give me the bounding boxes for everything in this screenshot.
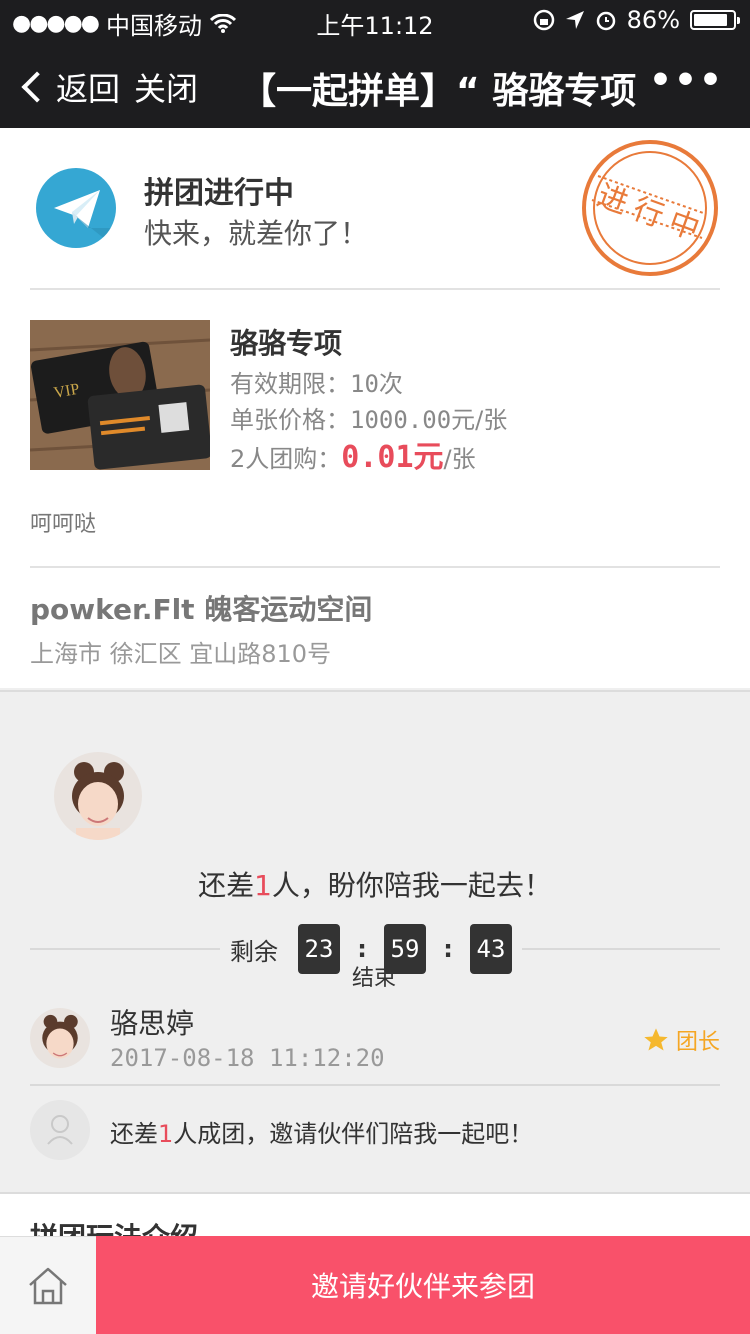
page-title: 【一起拼单】“ 骆骆专项 — [240, 71, 637, 112]
unit-price-unit: 元/张 — [451, 406, 508, 434]
leader-avatar-large — [54, 752, 142, 840]
validity-value: 10次 — [350, 370, 403, 398]
group-price-unit: /张 — [443, 445, 476, 473]
battery-percent: 86% — [626, 6, 680, 34]
battery-fill — [694, 14, 727, 26]
product-description: 呵呵哒 — [30, 512, 97, 537]
timer-hours: 23 — [298, 924, 340, 974]
timer-label: 剩余 — [230, 937, 278, 966]
divider — [30, 566, 720, 568]
chevron-left-icon — [21, 71, 53, 103]
timer-seconds: 43 — [470, 924, 512, 974]
invite-count: 1 — [158, 1120, 174, 1148]
group-status-title: 拼团进行中 — [144, 176, 294, 211]
divider — [30, 1084, 720, 1086]
leader-name: 骆思婷 — [110, 1007, 195, 1040]
leader-badge-label: 团长 — [675, 1030, 720, 1055]
group-info-card: 拼团进行中 快来，就差你了！ 进行中 VIP 骆骆专项 有效期限：10次 单张价… — [0, 128, 750, 688]
store-name[interactable]: powker.Flt 魄客运动空间 — [30, 588, 372, 628]
bottom-action-bar: 邀请好伙伴来参团 — [0, 1236, 750, 1334]
member-row-empty: 还差1人成团，邀请伙伴们陪我一起吧！ — [30, 1098, 720, 1168]
home-button[interactable] — [0, 1236, 96, 1334]
timer-end-label: 结束 — [352, 966, 397, 991]
unit-price-row: 单张价格：1000.00元/张 — [230, 400, 507, 435]
invite-friends-button[interactable]: 邀请好伙伴来参团 — [96, 1236, 750, 1334]
group-status-subtitle: 快来，就差你了！ — [144, 217, 369, 250]
user-placeholder-icon — [47, 1115, 73, 1145]
missing-member-message: 还差1人，盼你陪我一起去！ — [0, 864, 750, 904]
home-icon — [29, 1267, 67, 1304]
empty-avatar — [30, 1100, 90, 1160]
paper-plane-icon — [36, 168, 116, 248]
location-icon — [565, 11, 584, 29]
more-button[interactable]: ••• — [649, 60, 724, 101]
alarm-icon — [596, 11, 615, 31]
nav-bar: 返回 关闭 【一起拼单】“ 骆骆专项 ••• — [0, 40, 750, 128]
close-button[interactable]: 关闭 — [134, 64, 198, 110]
group-price-label: 2人团购： — [230, 445, 342, 473]
store-address[interactable]: 上海市 徐汇区 宜山路810号 — [30, 634, 331, 669]
member-row-leader: 骆思婷 2017-08-18 11:12:20 团长 — [30, 992, 720, 1082]
invite-prefix: 还差 — [110, 1120, 158, 1148]
star-icon — [644, 1028, 668, 1051]
need-prefix: 还差 — [198, 869, 255, 902]
need-count: 1 — [254, 869, 272, 902]
group-price-row: 2人团购：0.01元/张 — [230, 432, 476, 476]
unit-price-value: 1000.00 — [350, 406, 452, 434]
in-progress-stamp: 进行中 — [580, 138, 720, 278]
validity-label: 有效期限： — [230, 370, 350, 398]
leader-join-time: 2017-08-18 11:12:20 — [110, 1044, 385, 1072]
divider — [30, 288, 720, 290]
product-image: VIP — [30, 320, 210, 470]
status-bar-right: 86% — [533, 6, 740, 34]
validity-row: 有效期限：10次 — [230, 364, 403, 399]
back-label: 返回 — [56, 70, 121, 108]
product-name: 骆骆专项 — [230, 327, 343, 360]
need-suffix: 人，盼你陪我一起去！ — [271, 869, 552, 902]
leader-badge: 团长 — [642, 1024, 720, 1056]
timer-separator: : — [357, 935, 367, 963]
invite-message: 还差1人成团，邀请伙伴们陪我一起吧！ — [110, 1114, 533, 1149]
invite-suffix: 人成团，邀请伙伴们陪我一起吧！ — [173, 1120, 534, 1148]
back-button[interactable]: 返回 — [20, 64, 120, 110]
unit-price-label: 单张价格： — [230, 406, 350, 434]
battery-icon — [690, 10, 740, 30]
leader-avatar — [30, 1008, 90, 1068]
group-status-section: 还差1人，盼你陪我一起去！ 剩余 23 : 59 : 43 结束 骆思婷 201… — [0, 690, 750, 1190]
status-bar: ●●●●● 中国移动 上午11:12 86% — [0, 0, 750, 40]
timer-separator: : — [443, 935, 453, 963]
group-price: 0.01元 — [341, 440, 444, 475]
rotation-lock-icon — [533, 9, 554, 31]
